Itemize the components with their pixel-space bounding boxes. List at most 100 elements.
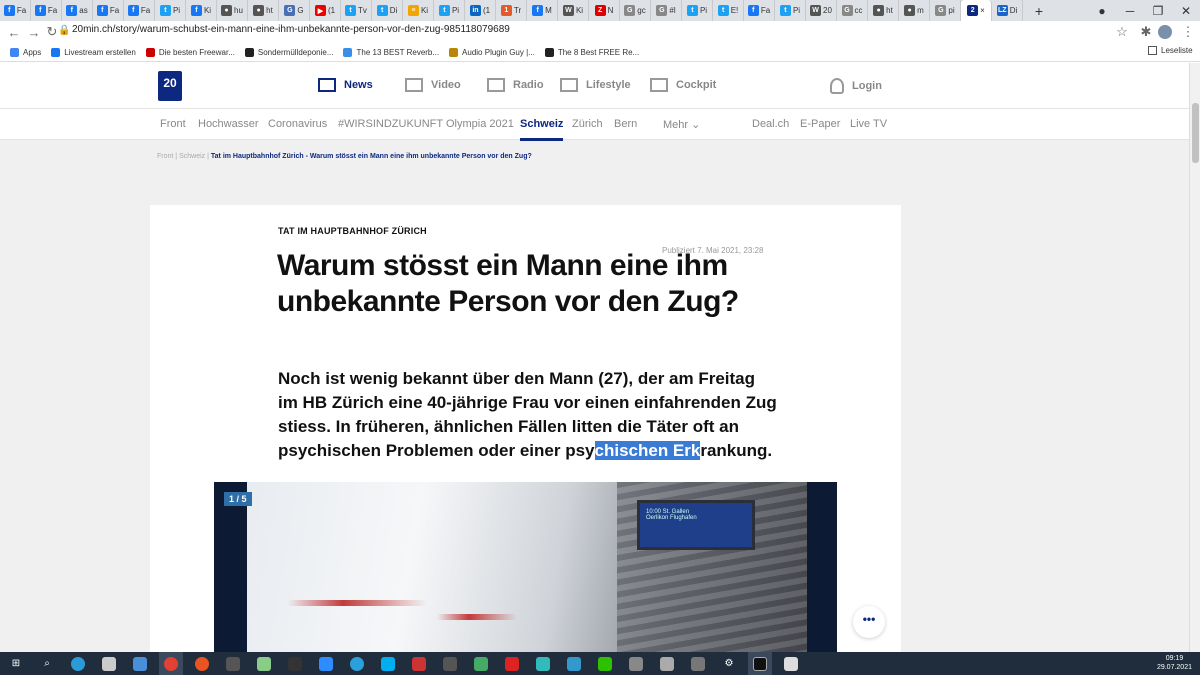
mail-icon[interactable]	[128, 652, 152, 675]
browser-tab[interactable]: t E!	[713, 0, 744, 21]
terminal-icon[interactable]	[748, 652, 772, 675]
chrome-icon[interactable]	[159, 652, 183, 675]
ubuntu-icon[interactable]	[190, 652, 214, 675]
restore-icon[interactable]: ❐	[1144, 0, 1172, 21]
browser-tab[interactable]: ● hu	[217, 0, 248, 21]
browser-tab[interactable]: ● ht	[248, 0, 279, 21]
app-icon[interactable]	[779, 652, 803, 675]
app-icon[interactable]	[252, 652, 276, 675]
app-icon[interactable]	[562, 652, 586, 675]
browser-tab[interactable]: t Di	[372, 0, 403, 21]
minimize-icon[interactable]: ─	[1116, 0, 1144, 21]
section-link[interactable]: E-Paper	[800, 118, 840, 130]
profile-menu-icon[interactable]: ●	[1088, 0, 1116, 21]
browser-tab[interactable]: in (1	[465, 0, 496, 21]
bookmark-item[interactable]: Die besten Freewar...	[145, 47, 235, 57]
browser-tab[interactable]: f as	[62, 0, 93, 21]
app-icon[interactable]	[624, 652, 648, 675]
browser-tab[interactable]: W 20	[806, 0, 837, 21]
gamepad-icon[interactable]	[221, 652, 245, 675]
browser-tab[interactable]: W Ki	[558, 0, 589, 21]
browser-tab[interactable]: Gcc	[837, 0, 868, 21]
topnav-video[interactable]: Video	[405, 78, 461, 92]
gallery-photo[interactable]: 10:00 St. Gallen Oerlikon Flughafen	[247, 482, 807, 652]
app-icon[interactable]	[407, 652, 431, 675]
browser-tab[interactable]: f Fa	[0, 0, 31, 21]
back-icon[interactable]: ←	[4, 25, 24, 40]
bookmark-item[interactable]: The 13 BEST Reverb...	[343, 47, 439, 57]
bookmark-item[interactable]: Apps	[10, 47, 41, 57]
image-gallery[interactable]: 10:00 St. Gallen Oerlikon Flughafen 1 / …	[214, 482, 837, 652]
avatar[interactable]	[1158, 25, 1172, 39]
bookmark-item[interactable]: Sondermülldeponie...	[244, 47, 333, 57]
live-icon[interactable]	[283, 652, 307, 675]
section-link[interactable]: Coronavirus	[268, 118, 327, 130]
forward-icon[interactable]: →	[24, 25, 44, 40]
browser-tab[interactable]: 2 ×	[961, 0, 992, 21]
url-field[interactable]: 20min.ch/story/warum-schubst-ein-mann-ei…	[72, 24, 510, 35]
app-icon[interactable]	[655, 652, 679, 675]
browser-tab[interactable]: 1 Tr	[496, 0, 527, 21]
section-link[interactable]: Olympia 2021	[446, 118, 514, 130]
system-clock[interactable]: 09:19 29.07.2021	[1157, 654, 1192, 672]
store-icon[interactable]	[97, 652, 121, 675]
section-link[interactable]: #WIRSINDZUKUNFT	[338, 118, 443, 130]
reading-list[interactable]: Leseliste	[1148, 46, 1193, 55]
lock-icon[interactable]: 🔒	[58, 25, 70, 36]
browser-tab[interactable]: f Fa	[31, 0, 62, 21]
browser-tab[interactable]: Ggc	[620, 0, 651, 21]
breadcrumb-front[interactable]: Front	[157, 153, 173, 160]
page-scrollbar[interactable]	[1189, 63, 1200, 652]
tools-icon[interactable]	[469, 652, 493, 675]
extensions-icon[interactable]: ✱	[1136, 24, 1156, 40]
browser-tab[interactable]: t Pi	[775, 0, 806, 21]
browser-tab[interactable]: fM	[527, 0, 558, 21]
browser-tab[interactable]: ● m	[899, 0, 930, 21]
windows-start-icon[interactable]: ⊞	[4, 652, 28, 675]
browser-tab[interactable]: ZN	[589, 0, 620, 21]
browser-tab[interactable]: ≡ Ki	[403, 0, 434, 21]
keyboard-icon[interactable]	[438, 652, 462, 675]
browser-tab[interactable]: ▶ (1	[310, 0, 341, 21]
browser-tab[interactable]: f Fa	[93, 0, 124, 21]
browser-tab[interactable]: ● ht	[868, 0, 899, 21]
browser-tab[interactable]: t Pi	[155, 0, 186, 21]
section-link[interactable]: Front	[160, 118, 186, 130]
browser-tab[interactable]: Gpi	[930, 0, 961, 21]
section-link[interactable]: Mehr ⌄	[663, 118, 700, 131]
app-icon[interactable]	[531, 652, 555, 675]
section-link[interactable]: Live TV	[850, 118, 887, 130]
menu-icon[interactable]: ⋮	[1178, 24, 1198, 40]
browser-tab[interactable]: G #l	[651, 0, 682, 21]
browser-tab[interactable]: GG	[279, 0, 310, 21]
browser-tab[interactable]: t Pi	[434, 0, 465, 21]
bookmark-item[interactable]: The 8 Best FREE Re...	[544, 47, 639, 57]
bookmark-item[interactable]: Livestream erstellen	[51, 47, 136, 57]
close-window-icon[interactable]: ✕	[1172, 0, 1200, 21]
topnav-news[interactable]: News	[318, 78, 373, 92]
app-icon[interactable]	[500, 652, 524, 675]
browser-tab[interactable]: t Tv	[341, 0, 372, 21]
section-link[interactable]: Hochwasser	[198, 118, 259, 130]
site-logo[interactable]: 20	[158, 71, 182, 101]
browser-tab[interactable]: f Fa	[124, 0, 155, 21]
breadcrumb-schweiz[interactable]: Schweiz	[179, 153, 205, 160]
bookmark-item[interactable]: Audio Plugin Guy |...	[449, 47, 535, 57]
login-button[interactable]: Login	[830, 78, 882, 94]
scrollbar-thumb[interactable]	[1192, 103, 1199, 163]
skype-icon[interactable]	[376, 652, 400, 675]
section-link[interactable]: Zürich	[572, 118, 603, 130]
wechat-icon[interactable]	[593, 652, 617, 675]
topnav-lifestyle[interactable]: Lifestyle	[560, 78, 631, 92]
app-icon[interactable]	[686, 652, 710, 675]
section-link[interactable]: Deal.ch	[752, 118, 789, 130]
settings-icon[interactable]: ⚙	[717, 652, 741, 675]
telegram-icon[interactable]	[345, 652, 369, 675]
bookmark-star-icon[interactable]: ☆	[1112, 24, 1132, 40]
more-options-button[interactable]: •••	[853, 606, 885, 638]
section-link[interactable]: Schweiz	[520, 118, 564, 141]
browser-tab[interactable]: t Pi	[682, 0, 713, 21]
new-tab-button[interactable]: +	[1029, 3, 1049, 19]
browser-tab[interactable]: f Fa	[744, 0, 775, 21]
edge-icon[interactable]	[66, 652, 90, 675]
